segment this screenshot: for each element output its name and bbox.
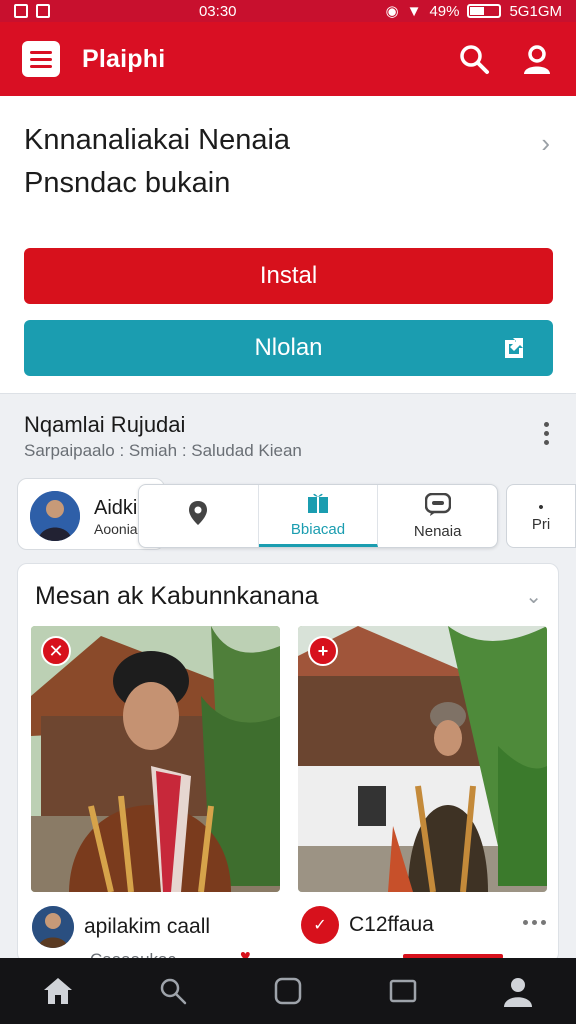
dot [544,431,549,436]
chip-row: Aidki Aooniaiuacas Bbiacad Nenaia • Pri [17,478,576,550]
battery-fill [470,7,485,15]
status-time: 03:30 [198,2,237,20]
section-title: Nqamlai Rujudai [24,412,186,437]
alarm-icon: ◉ [385,3,399,20]
chevron-down-icon[interactable]: ⌄ [525,584,542,609]
menu-icon-line [30,50,52,54]
app-publisher: Pnsndac bukain [24,167,231,199]
tab-nenaia[interactable]: Nenaia [378,485,497,547]
tab-bbiacad[interactable]: Bbiacad [258,485,379,547]
author-name: C12ffaua [349,913,434,936]
dot [532,920,537,925]
status-right: ◉ ▼ 49% 5G1GM [385,2,562,21]
profile-icon[interactable] [520,42,554,76]
battery-percent: 49% [429,2,460,20]
bottom-nav [0,958,576,1024]
dot-icon: • [538,499,544,516]
feed-title: Mesan ak Kabunnkanana [35,582,319,610]
battery-icon [467,4,502,18]
add-badge-icon[interactable]: + [308,636,338,666]
tab-bar: Bbiacad Nenaia [138,484,498,548]
photo-image [31,626,280,892]
search-icon[interactable] [458,43,490,75]
nav-square[interactable] [258,961,318,1021]
gift-icon [308,493,328,513]
nav-search[interactable] [143,961,203,1021]
dot [544,422,549,427]
author-name: apilakim caall [84,915,211,938]
chat-icon [424,492,451,516]
chevron-right-icon[interactable]: › [541,128,550,159]
search-icon [160,978,187,1005]
post-author-2[interactable]: ✓ C12ffaua [301,906,434,944]
photo-image [298,626,547,892]
close-badge-icon[interactable]: ✕ [41,636,71,666]
notification-icon-2 [36,4,50,18]
menu-button[interactable] [22,41,60,77]
dot [541,920,546,925]
nav-tablet[interactable] [373,961,433,1021]
menu-icon-line [30,57,52,61]
tab-bbiacad-label: Bbiacad [290,521,346,538]
dot [544,440,549,445]
post-photo-2[interactable]: + [298,626,547,892]
tab-location[interactable] [139,485,259,547]
app-bar: Plaiphi [0,22,576,96]
more-options-icon[interactable] [544,422,550,445]
feed-card: Mesan ak Kabunnkanana ⌄ ✕ + apilakim caa… [17,563,559,963]
tab-extra[interactable]: • Pri [506,484,576,548]
avatar-image [30,491,80,541]
nav-home[interactable] [28,961,88,1021]
appbar-actions [458,42,554,76]
share-icon [505,338,523,358]
more-horizontal-icon[interactable] [523,920,546,925]
app-title: Plaiphi [82,44,166,73]
nlolan-label: Nlolan [254,334,323,361]
share-badge-icon: ✓ [301,906,339,944]
avatar [30,491,80,541]
notification-icon [14,4,28,18]
author-avatar [32,906,74,948]
status-left [14,4,50,18]
tab-nenaia-label: Nenaia [413,522,462,540]
install-label: Instal [259,262,318,289]
home-icon [43,978,72,1004]
location-pin-icon [189,501,208,525]
nav-profile[interactable] [488,961,548,1021]
user-icon [504,978,533,1007]
network-label: 5G1GM [509,2,562,20]
post-author-1[interactable]: apilakim caall [32,906,210,948]
wifi-icon: ▼ [406,2,422,20]
avatar-image [32,906,74,948]
menu-icon-line [30,64,52,68]
dot [523,920,528,925]
install-button[interactable]: Instal [24,248,553,304]
tab-extra-label: Pri [531,516,551,533]
tablet-icon [389,979,417,1003]
app-name: Knnanaliakai Nenaia [24,124,291,156]
nlolan-button[interactable]: Nlolan [24,320,553,376]
section-subtitle: Sarpaipaalo : Smiah : Saludad Kiean [24,441,302,460]
profile-name: Aidki [94,497,138,519]
status-bar: 03:30 ◉ ▼ 49% 5G1GM [0,0,576,22]
square-icon [274,977,302,1005]
post-photo-1[interactable]: ✕ [31,626,280,892]
